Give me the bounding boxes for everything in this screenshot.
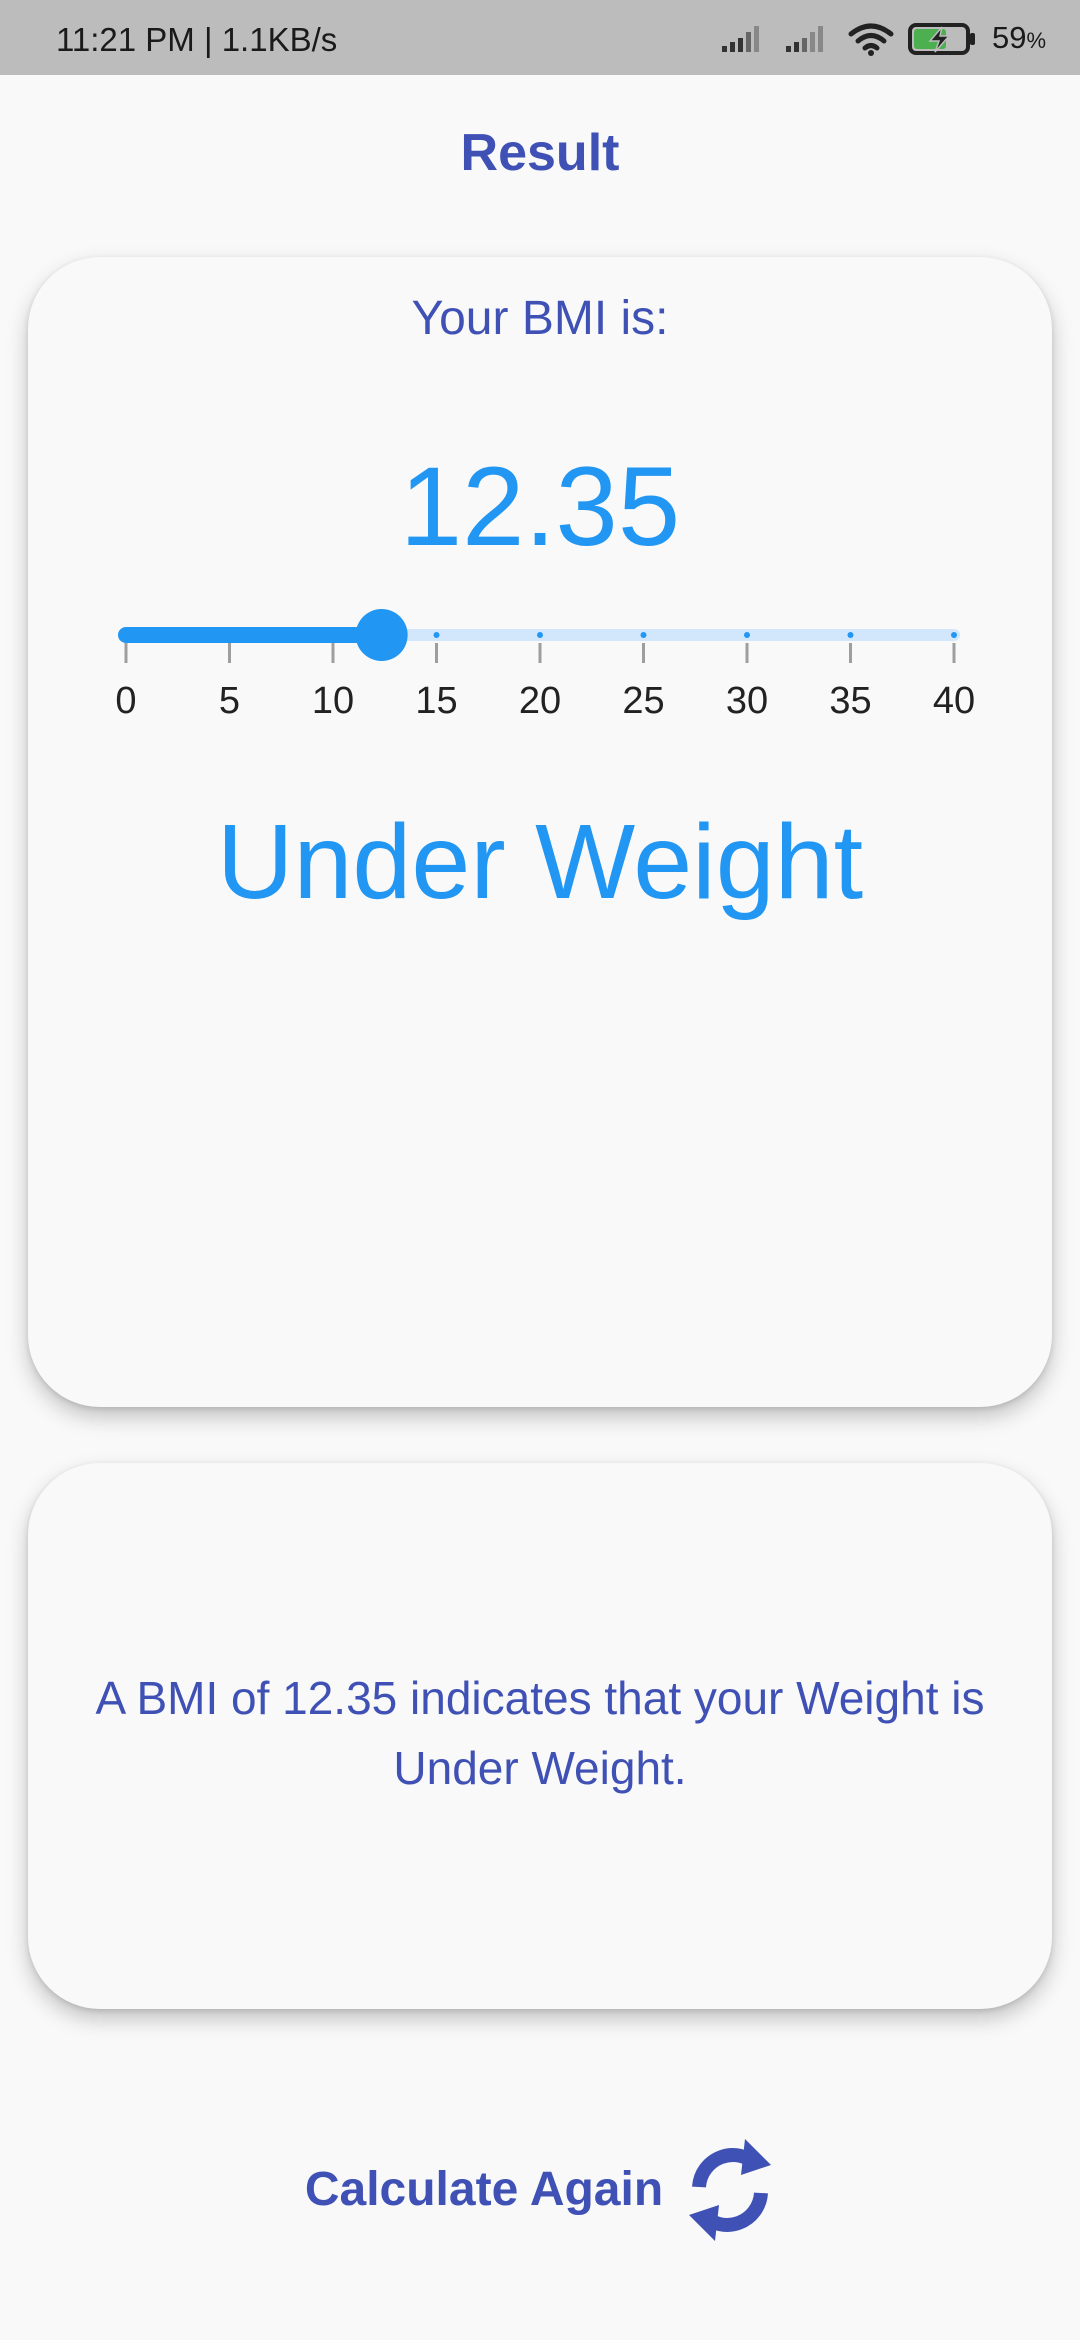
signal-icon (721, 26, 759, 52)
calculate-again-label: Calculate Again (304, 2163, 664, 2216)
slider-thumb[interactable] (355, 609, 408, 661)
calculate-again-button[interactable]: Calculate Again (290, 2120, 790, 2260)
status-time-speed: 11:21 PM | 1.1KB/s (56, 21, 338, 58)
signal-icon (785, 26, 823, 52)
page-title: Result (460, 124, 620, 182)
wifi-icon (848, 23, 894, 56)
status-icons: 59% (720, 18, 1046, 60)
bmi-heading: Your BMI is: (411, 292, 669, 345)
slider-tick-dot (847, 632, 854, 638)
slider-tick-dot (640, 632, 647, 638)
slider-tick-label: 20 (519, 680, 561, 722)
slider-tick-dot (744, 632, 750, 638)
slider-tick-label: 40 (933, 680, 975, 722)
bmi-slider[interactable]: 0 5 10 15 20 25 30 35 40 (28, 597, 1052, 722)
slider-tick-label: 30 (726, 680, 768, 722)
slider-tick-label: 25 (622, 680, 664, 722)
refresh-icon (689, 2139, 772, 2241)
slider-tick-label: 35 (829, 680, 871, 722)
slider-tick-dot (433, 632, 440, 638)
result-card: Your BMI is: 12.35 0 5 10 15 20 25 30 35 40 Unde… (28, 257, 1052, 1407)
battery-charging-icon (907, 23, 975, 55)
bmi-description: A BMI of 12.35 indicates that your Weigh… (95, 1672, 985, 1794)
slider-tick-dot (537, 632, 543, 638)
bmi-value: 12.35 (399, 444, 681, 569)
status-bar: 11:21 PM | 1.1KB/s 59% (0, 0, 1080, 75)
slider-tick-label: 0 (115, 680, 136, 722)
slider-tick-label: 10 (312, 680, 354, 722)
slider-tick-label: 5 (219, 680, 240, 722)
battery-percent: 59% (991, 19, 1046, 55)
bmi-category: Under Weight (216, 803, 864, 921)
slider-tick-dot (951, 632, 957, 638)
description-card: A BMI of 12.35 indicates that your Weigh… (28, 1463, 1052, 2009)
slider-tick-label: 15 (415, 680, 457, 722)
